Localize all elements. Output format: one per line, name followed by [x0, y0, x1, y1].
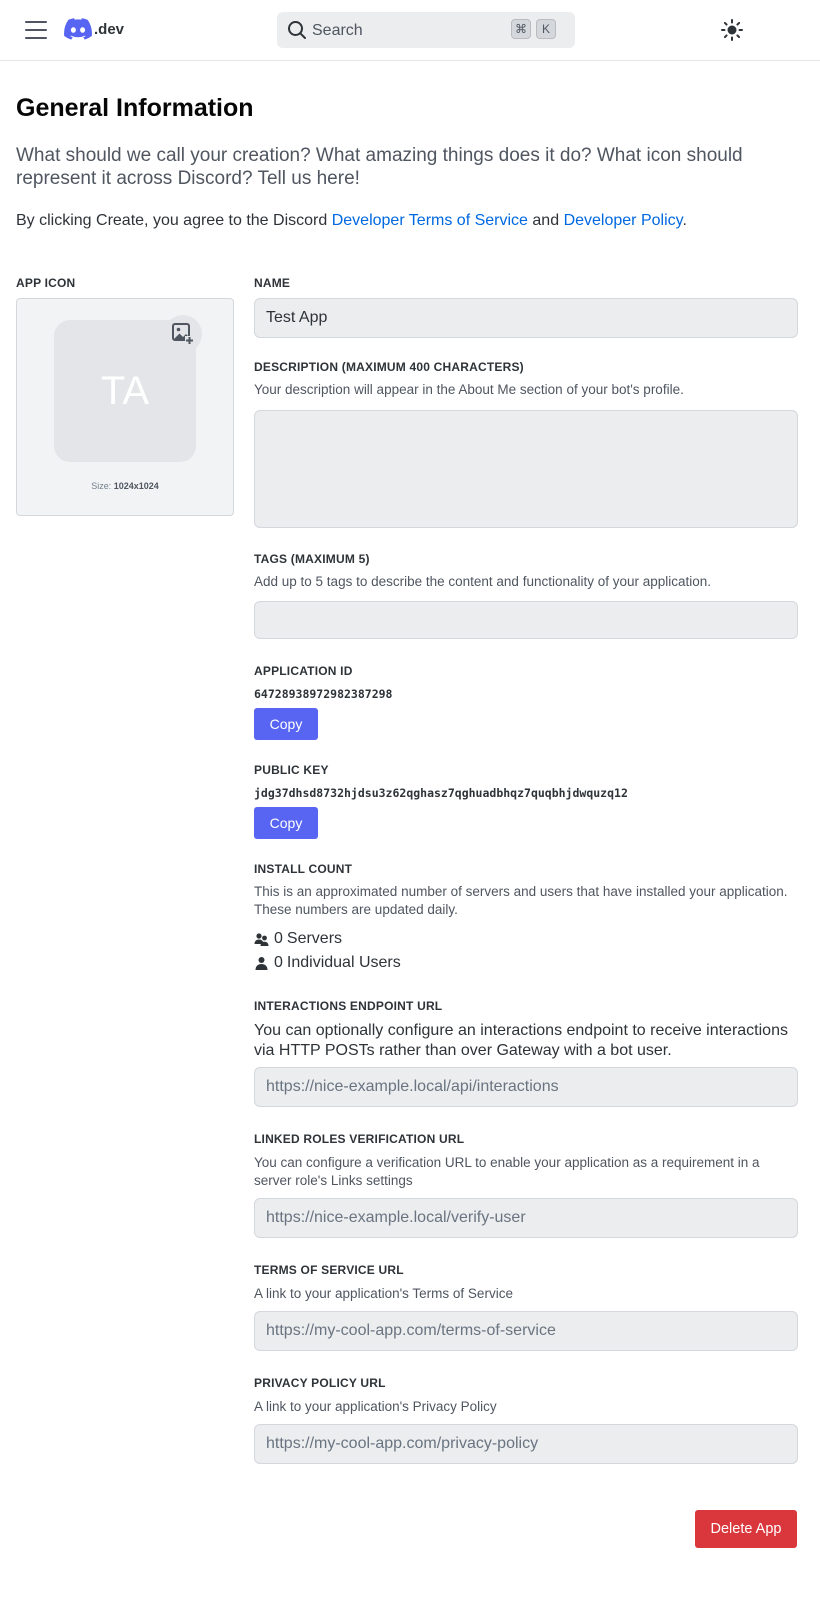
public-key-value: jdg37dhsd8732hjdsu3z62qghasz7qghuadbhqz7… [254, 786, 628, 800]
theme-toggle-sun-icon[interactable] [721, 19, 743, 41]
logo-text: .dev [94, 20, 125, 38]
icon-size-note: Size: 1024x1024 [17, 481, 233, 491]
install-count-help: This is an approximated number of server… [254, 884, 788, 917]
tags-input[interactable] [254, 601, 798, 639]
description-label: DESCRIPTION (MAXIMUM 400 CHARACTERS) [254, 360, 524, 374]
menu-icon[interactable] [25, 21, 47, 39]
tags-label: TAGS (MAXIMUM 5) [254, 552, 370, 566]
page-title: General Information [16, 94, 254, 122]
linked-roles-help: You can configure a verification URL to … [254, 1155, 760, 1188]
top-bar: .dev Search ⌘ K [0, 0, 820, 61]
terms-of-service-label: TERMS OF SERVICE URL [254, 1263, 404, 1277]
servers-count-label: Servers [286, 930, 343, 947]
application-id-value: 64728938972982387298 [254, 687, 393, 701]
privacy-policy-label: PRIVACY POLICY URL [254, 1376, 386, 1390]
agreement-text: By clicking Create, you agree to the Dis… [16, 212, 328, 229]
tags-help: Add up to 5 tags to describe the content… [254, 574, 712, 589]
developer-policy-link[interactable]: Developer Policy [564, 212, 683, 229]
terms-of-service-input[interactable] [255, 1312, 797, 1350]
agreement-period: . [682, 212, 687, 229]
add-image-icon [172, 323, 194, 345]
command-key-badge: ⌘ [511, 19, 531, 39]
interactions-endpoint-input[interactable] [255, 1068, 797, 1106]
search-placeholder: Search [312, 22, 363, 39]
search-icon [288, 21, 306, 39]
discord-logo-icon [64, 18, 92, 40]
servers-icon [254, 932, 269, 946]
application-id-label: APPLICATION ID [254, 664, 353, 678]
name-label: NAME [254, 276, 291, 290]
linked-roles-input[interactable] [255, 1199, 797, 1237]
terms-agreement: By clicking Create, you agree to the Dis… [16, 212, 687, 230]
install-count-label: INSTALL COUNT [254, 862, 353, 876]
servers-count-row: 0 Servers [254, 930, 342, 948]
terms-of-service-help: A link to your application's Terms of Se… [254, 1286, 513, 1301]
delete-app-button[interactable]: Delete App [695, 1510, 797, 1548]
developer-terms-link[interactable]: Developer Terms of Service [332, 212, 528, 229]
users-count-row: 0 Individual Users [254, 954, 401, 972]
servers-count: 0 [274, 930, 283, 947]
user-icon [255, 956, 268, 970]
terms-of-service-field [254, 1311, 798, 1351]
logo[interactable]: .dev [64, 18, 124, 40]
copy-application-id-button[interactable]: Copy [254, 708, 318, 740]
linked-roles-field [254, 1198, 798, 1238]
icon-size-label: Size: [91, 481, 112, 491]
page-intro: What should we call your creation? What … [16, 145, 743, 189]
interactions-endpoint-help: You can optionally configure an interact… [254, 1022, 788, 1059]
search-bar[interactable]: Search ⌘ K [277, 12, 575, 48]
app-icon-panel: TA Size: 1024x1024 [16, 298, 234, 516]
privacy-policy-help: A link to your application's Privacy Pol… [254, 1399, 497, 1414]
linked-roles-label: LINKED ROLES VERIFICATION URL [254, 1132, 465, 1146]
interactions-endpoint-label: INTERACTIONS ENDPOINT URL [254, 999, 443, 1013]
app-icon-label: APP ICON [16, 276, 76, 290]
name-field [254, 298, 798, 338]
agreement-and-text: and [532, 212, 560, 229]
interactions-endpoint-field [254, 1067, 798, 1107]
privacy-policy-field [254, 1424, 798, 1464]
users-count: 0 [274, 954, 283, 971]
copy-public-key-button[interactable]: Copy [254, 807, 318, 839]
privacy-policy-input[interactable] [255, 1425, 797, 1463]
k-key-badge: K [536, 19, 556, 39]
upload-image-button[interactable] [164, 315, 202, 353]
public-key-label: PUBLIC KEY [254, 763, 329, 777]
name-input[interactable] [255, 299, 797, 337]
icon-size-value: 1024x1024 [113, 481, 159, 491]
users-count-label: Individual Users [286, 954, 401, 971]
description-help: Your description will appear in the Abou… [254, 382, 684, 397]
description-textarea[interactable] [254, 410, 798, 528]
